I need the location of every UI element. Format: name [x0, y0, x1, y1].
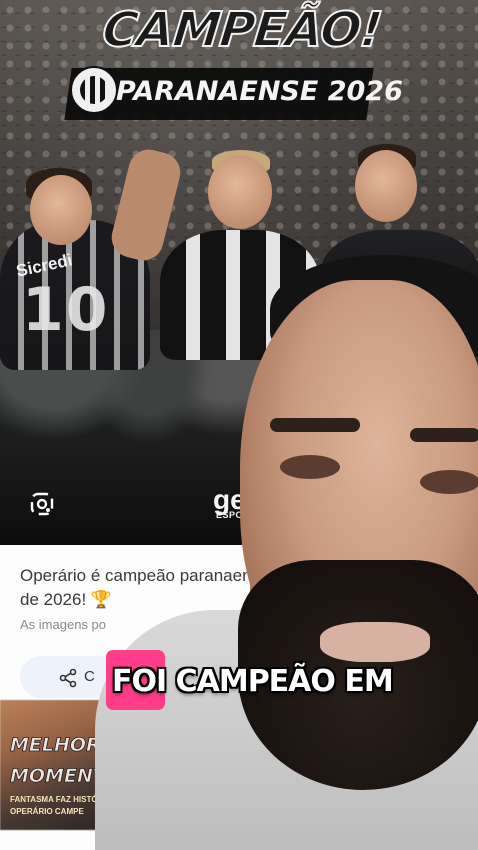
video-frame: Sicredi 10 CAMPEÃO! PARANAENSE 2026 ge E…: [0, 0, 478, 850]
video-caption: FOI CAMPEÃO EM: [112, 664, 394, 699]
presenter-eyebrow: [410, 428, 478, 442]
champion-subtitle: PARANAENSE 2026: [116, 76, 403, 107]
player-head: [208, 155, 272, 229]
player-head: [30, 175, 92, 245]
share-icon[interactable]: [58, 668, 78, 688]
player-head: [355, 150, 417, 222]
club-badge-icon: [70, 66, 118, 114]
thumbnail-subtext-line1: FANTASMA FAZ HISTÓ: [10, 795, 98, 804]
thumbnail-subtext: FANTASMA FAZ HISTÓ OPERÁRIO CAMPE: [10, 794, 104, 818]
thumbnail-subtext-line2: OPERÁRIO CAMPE: [10, 807, 84, 816]
presenter-eye: [280, 455, 340, 479]
share-label: C: [84, 668, 95, 685]
champion-title: CAMPEÃO!: [99, 1, 385, 59]
google-lens-icon[interactable]: [30, 492, 54, 516]
presenter-eye: [420, 470, 478, 494]
presenter-eyebrow: [270, 418, 360, 432]
presenter-mouth: [320, 622, 430, 662]
result-caption: As imagens po: [20, 617, 106, 632]
